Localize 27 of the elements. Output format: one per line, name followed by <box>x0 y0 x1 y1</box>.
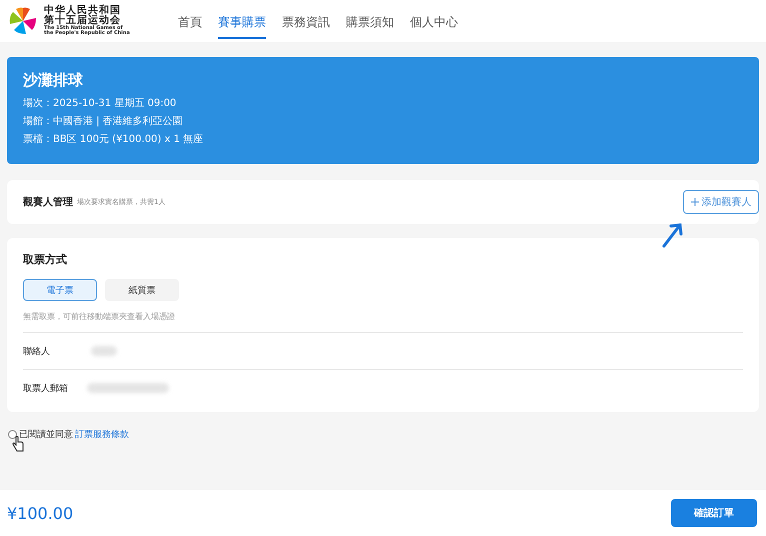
nav-tab[interactable]: 首頁 <box>178 4 202 38</box>
nav-tab[interactable]: 賽事購票 <box>218 4 266 38</box>
event-detail: 票檔：BB区 100元 (¥100.00) x 1 無座 <box>23 132 204 146</box>
logo-title: 第十五届运动会 <box>44 16 121 26</box>
ticket-type-option[interactable]: 紙質票 <box>105 279 179 301</box>
field-label: 取票人郵箱 <box>23 382 69 394</box>
pickup-note: 無需取票，可前往移動端票夾查看入場憑證 <box>23 311 743 333</box>
redacted-value <box>91 346 117 356</box>
event-detail: 場館：中國香港 | 香港維多利亞公園 <box>23 114 184 128</box>
logo-title: 中华人民共和国 <box>44 6 122 16</box>
agree-text: 已閱讀並同意 <box>19 428 73 441</box>
event-detail: 場次：2025-10-31 星期五 09:00 <box>23 96 178 110</box>
logo-icon <box>8 6 38 36</box>
nav-tab[interactable]: 購票須知 <box>346 4 394 38</box>
nav-tab[interactable]: 個人中心 <box>410 4 458 38</box>
ticket-type-option[interactable]: 電子票 <box>23 279 97 301</box>
agree-checkbox[interactable] <box>8 430 17 439</box>
nav-tab[interactable]: 票務資訊 <box>282 4 330 38</box>
terms-link[interactable]: 訂票服務條款 <box>75 428 129 441</box>
section-title: 取票方式 <box>23 252 68 267</box>
section-title: 觀賽人管理 <box>23 195 73 209</box>
confirm-order-button[interactable]: 確認訂單 <box>671 499 757 527</box>
hand-cursor-icon <box>12 436 24 452</box>
plus-icon <box>690 198 698 206</box>
total-price: ¥100.00 <box>7 504 74 522</box>
field-label: 聯絡人 <box>23 346 51 358</box>
event-title: 沙灘排球 <box>23 71 84 90</box>
